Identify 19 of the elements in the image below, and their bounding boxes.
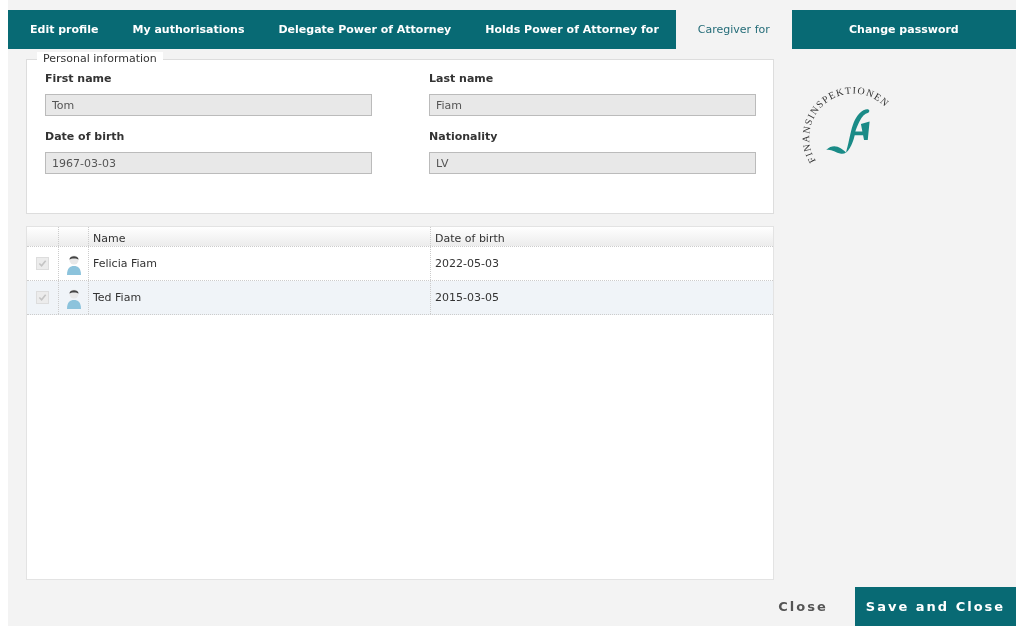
table-cell: 2015-03-05 <box>435 291 499 304</box>
check-icon <box>38 293 47 302</box>
check-icon <box>38 259 47 268</box>
tab[interactable]: Caregiver for <box>675 10 792 49</box>
table-cell: 2022-05-03 <box>435 257 499 270</box>
column-header[interactable]: Name <box>93 232 126 245</box>
field-label: First name <box>45 72 113 85</box>
column-header[interactable]: Date of birth <box>435 232 505 245</box>
field-label: Date of birth <box>45 130 126 143</box>
save-and-close-button[interactable]: Save and Close <box>855 587 1016 626</box>
field-label: Last name <box>429 72 495 85</box>
field-label: Nationality <box>429 130 499 143</box>
table-row[interactable]: Felicia Fiam 2022-05-03 <box>27 247 773 281</box>
table-cell: Felicia Fiam <box>93 257 157 270</box>
checkbox[interactable] <box>36 291 49 304</box>
panel-legend: Personal information <box>37 52 163 65</box>
checkbox[interactable] <box>36 257 49 270</box>
table-row[interactable]: Ted Fiam 2015-03-05 <box>27 281 773 315</box>
table-cell: Ted Fiam <box>93 291 142 304</box>
